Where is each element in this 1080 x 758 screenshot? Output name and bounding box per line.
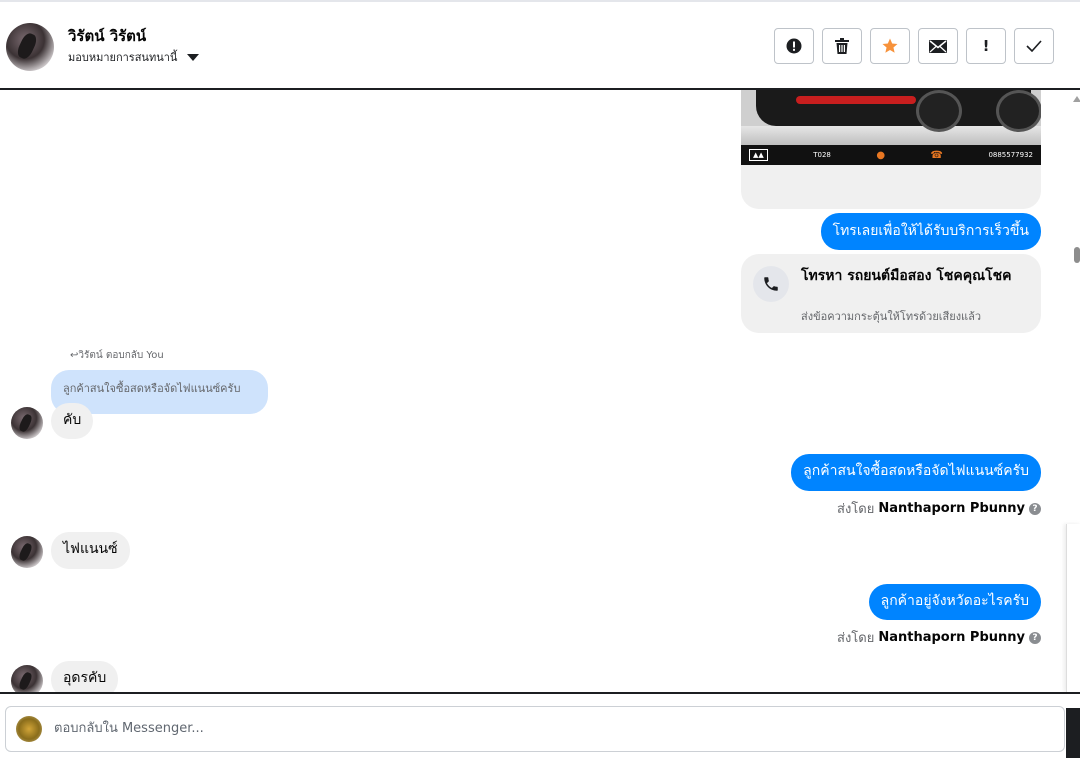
sent-by-prefix: ส่งโดย <box>837 502 875 517</box>
call-prompt-card[interactable]: โทรหา รถยนต์มือสอง โชคคุณโชค ส่งข้อความก… <box>741 254 1041 333</box>
sent-by-name: Nanthaporn Pbunny <box>878 501 1025 516</box>
contact-avatar-small <box>11 665 43 692</box>
sent-by-label: ส่งโดย Nanthaporn Pbunny ? <box>837 498 1041 519</box>
contact-avatar-small <box>11 536 43 568</box>
showroom-floor <box>741 126 1041 146</box>
call-card-title: โทรหา รถยนต์มือสอง โชคคุณโชค <box>801 268 1012 284</box>
composer-box[interactable] <box>5 706 1065 752</box>
car-wheel <box>996 90 1041 132</box>
side-panel-dark-edge <box>1066 708 1080 758</box>
contact-avatar[interactable] <box>6 23 54 71</box>
mark-spam-button[interactable] <box>774 28 814 64</box>
mark-unread-button[interactable] <box>918 28 958 64</box>
message-thread[interactable]: ▲▲ T028 ● ☎ 0885577932 โทรเลยเพื่อให้ได้… <box>0 90 1080 692</box>
contact-name[interactable]: วิรัตน์ วิรัตน์ <box>68 24 146 48</box>
assign-conversation-dropdown[interactable]: มอบหมายการสนทนานี้ <box>68 48 200 66</box>
scroll-up-arrow-icon[interactable] <box>1073 96 1080 102</box>
car-photo <box>756 90 1031 126</box>
conversation-actions: ! <box>774 28 1054 64</box>
help-icon[interactable]: ? <box>1029 631 1041 644</box>
reply-composer <box>0 692 1080 758</box>
sent-by-label: ส่งโดย Nanthaporn Pbunny ? <box>837 627 1041 648</box>
ad-card-image[interactable]: ▲▲ T028 ● ☎ 0885577932 <box>741 90 1041 165</box>
conversation-header: วิรัตน์ วิรัตน์ มอบหมายการสนทนานี้ ! <box>0 0 1080 90</box>
phone-icon: ☎ <box>930 149 943 161</box>
follow-up-button[interactable]: ! <box>966 28 1006 64</box>
star-button[interactable] <box>870 28 910 64</box>
incoming-message[interactable]: อุดรคับ <box>51 661 119 692</box>
help-icon[interactable]: ? <box>1029 502 1041 515</box>
ad-card-tag: T028 <box>813 151 831 159</box>
delete-button[interactable] <box>822 28 862 64</box>
ad-card-contact-band: ▲▲ T028 ● ☎ 0885577932 <box>741 145 1041 165</box>
reply-indicator: ↩วิรัตน์ ตอบกลับ You <box>70 350 164 361</box>
reply-input[interactable] <box>52 720 956 737</box>
location-pin-icon: ● <box>876 149 886 161</box>
incoming-message[interactable]: ไฟแนนซ์ <box>51 532 130 569</box>
assign-conversation-label: มอบหมายการสนทนานี้ <box>68 51 178 64</box>
car-red-trim <box>796 96 916 104</box>
phone-handset-icon <box>764 277 778 291</box>
call-card-subtitle: ส่งข้อความกระตุ้นให้โทรด้วยเสียงแล้ว <box>801 310 982 323</box>
mark-done-button[interactable] <box>1014 28 1054 64</box>
outgoing-message[interactable]: ลูกค้าอยู่จังหวัดอะไรครับ <box>868 584 1041 620</box>
caret-down-icon <box>187 53 200 61</box>
exclamation-icon: ! <box>982 37 990 55</box>
envelope-icon <box>929 39 947 53</box>
car-wheel <box>916 90 962 132</box>
outgoing-message[interactable]: โทรเลยเพื่อให้ได้รับบริการเร็วขึ้น <box>820 213 1041 250</box>
incoming-message[interactable]: คับ <box>51 403 94 439</box>
trash-icon <box>835 38 849 54</box>
scrollbar-thumb[interactable] <box>1074 247 1080 263</box>
page-avatar <box>16 716 42 742</box>
sent-by-name: Nanthaporn Pbunny <box>878 630 1025 645</box>
alert-circle-icon <box>786 38 802 54</box>
contact-avatar-small <box>11 407 43 439</box>
star-icon <box>882 38 898 53</box>
phone-icon <box>753 266 789 302</box>
outgoing-message[interactable]: ลูกค้าสนใจซื้อสดหรือจัดไฟแนนซ์ครับ <box>791 454 1041 491</box>
checkmark-icon <box>1026 40 1042 52</box>
sent-by-prefix: ส่งโดย <box>837 631 875 646</box>
side-panel-edge <box>1066 524 1080 692</box>
ad-card-footer <box>741 165 1041 209</box>
dealer-logo-icon: ▲▲ <box>749 149 768 161</box>
ad-card-phone: 0885577932 <box>988 151 1033 159</box>
